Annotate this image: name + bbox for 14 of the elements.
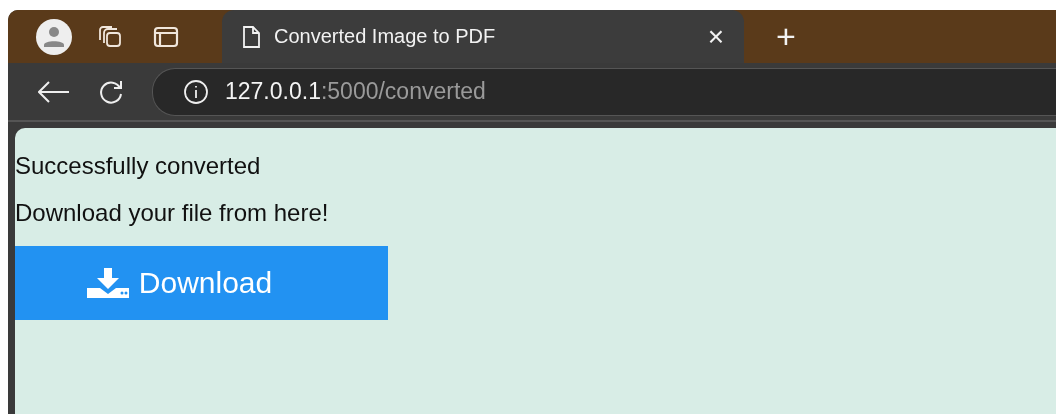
- address-bar[interactable]: 127.0.0.1:5000/converted: [152, 67, 1056, 116]
- close-icon[interactable]: ×: [707, 20, 724, 53]
- page-icon: [242, 25, 260, 48]
- download-icon: [86, 268, 129, 298]
- reload-icon[interactable]: [98, 78, 124, 105]
- url-host: 127.0.0.1: [225, 78, 321, 105]
- message-text: Download your file from here!: [15, 199, 330, 227]
- info-icon[interactable]: [183, 78, 209, 105]
- url-path: :5000/converted: [320, 78, 486, 105]
- message-text: Successfully converted: [15, 152, 262, 180]
- tab-title: Converted Image to PDF: [274, 25, 497, 48]
- new-tab-button[interactable]: +: [776, 17, 796, 56]
- browser-tab[interactable]: Converted Image to PDF ×: [222, 10, 744, 63]
- back-icon[interactable]: [38, 80, 70, 103]
